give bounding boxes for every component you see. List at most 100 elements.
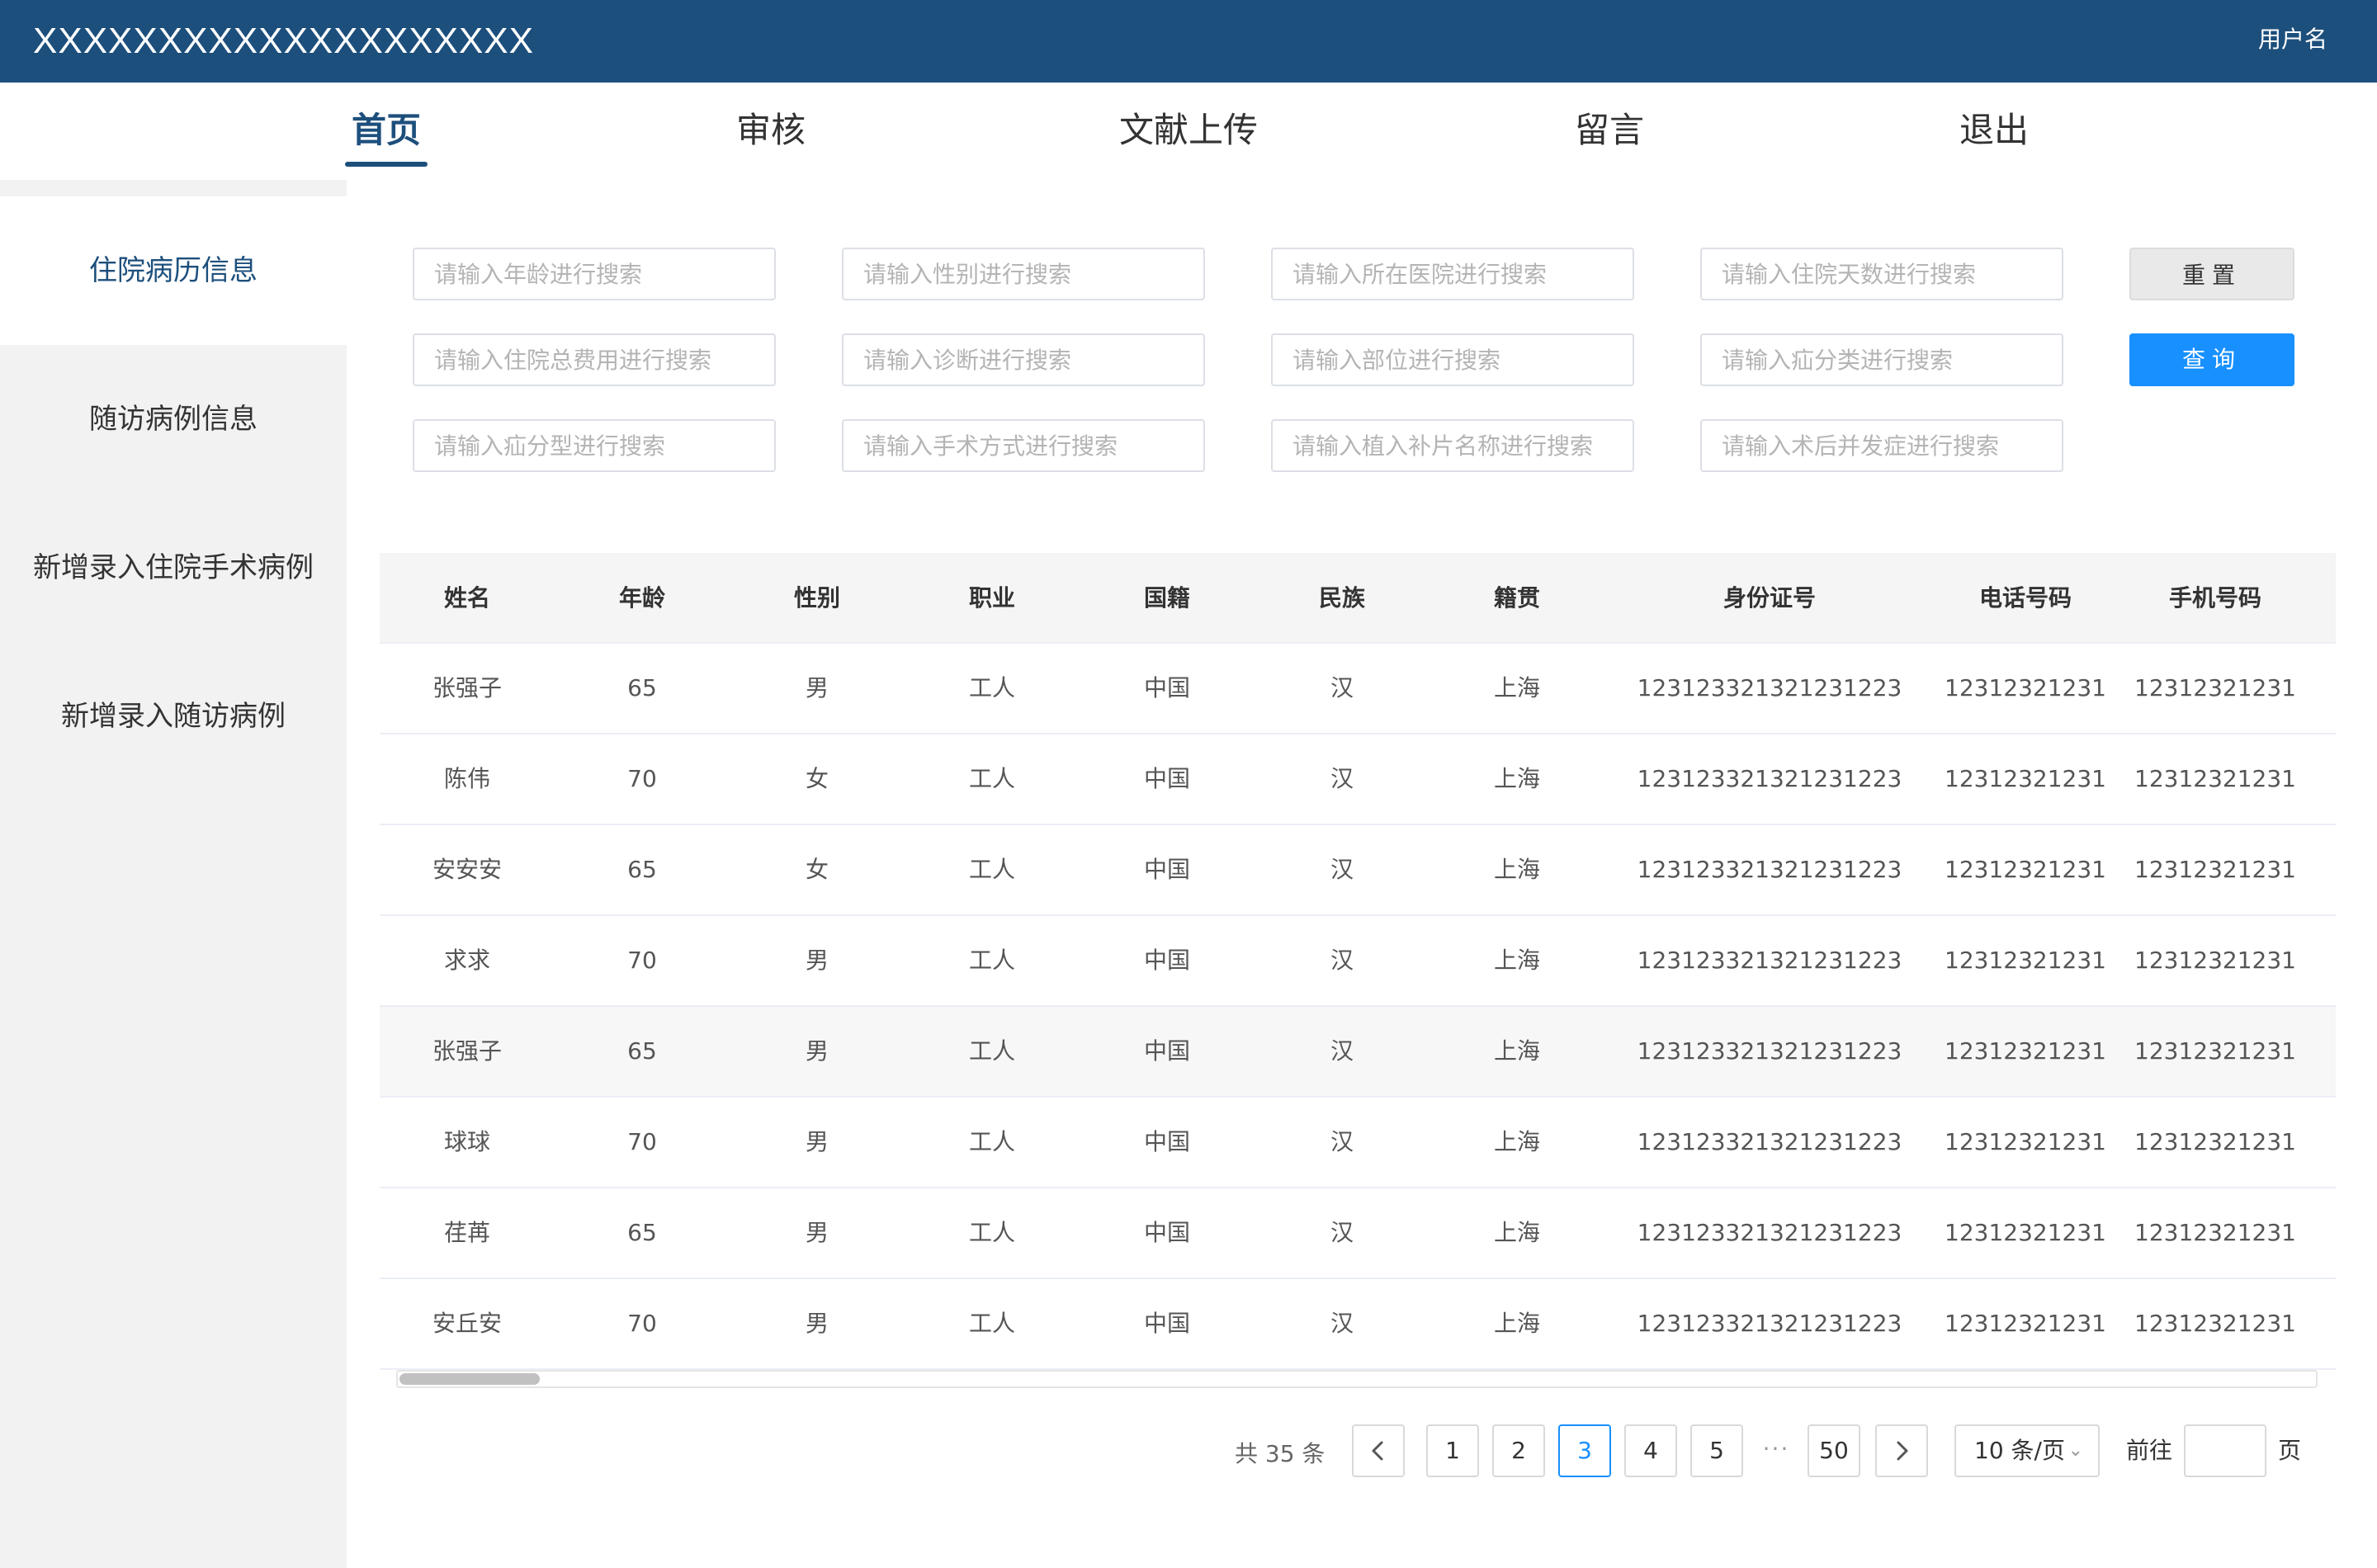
cell-nationality: 中国	[1143, 765, 1190, 792]
cell-mobile: 12312321231	[2134, 674, 2296, 701]
prev-page-button[interactable]	[1352, 1424, 1405, 1477]
search-surgery-method-input[interactable]	[842, 419, 1205, 472]
cell-name: 张强子	[432, 1037, 502, 1065]
page-button-3-current[interactable]: 3	[1558, 1424, 1611, 1477]
search-complication-input[interactable]	[1700, 419, 2063, 472]
cell-ethnicity: 汉	[1330, 1037, 1354, 1065]
cell-nationality: 中国	[1143, 674, 1190, 701]
search-age-input[interactable]	[413, 248, 776, 300]
cell-age: 65	[627, 1037, 657, 1065]
page-button-last[interactable]: 50	[1808, 1424, 1860, 1477]
table-row[interactable]: 球球 70 男 工人 中国 汉 上海 123123321321231223 1231232123…	[380, 1098, 2336, 1188]
table-row[interactable]: 张强子 65 男 工人 中国 汉 上海 123123321321231223 123123212…	[380, 1007, 2336, 1098]
search-hernia-class-input[interactable]	[1700, 333, 2063, 386]
cell-occupation: 工人	[968, 1037, 1015, 1065]
search-hospital-input[interactable]	[1271, 248, 1634, 300]
column-header-native-place: 籍贯	[1493, 584, 1540, 612]
nav-tab-messages[interactable]: 留言	[1543, 106, 1675, 155]
sidebar-item-inpatient-records[interactable]: 住院病历信息	[0, 196, 347, 345]
horizontal-scrollbar[interactable]	[396, 1370, 2318, 1388]
scrollbar-thumb[interactable]	[399, 1373, 540, 1385]
column-header-mobile: 手机号码	[2168, 584, 2261, 612]
table-row[interactable]: 张强子 65 男 工人 中国 汉 上海 123123321321231223 123123212…	[380, 644, 2336, 734]
cell-gender: 男	[805, 674, 829, 701]
page-button-5[interactable]: 5	[1690, 1424, 1743, 1477]
cell-nationality: 中国	[1143, 1128, 1190, 1155]
search-total-cost-input[interactable]	[413, 333, 776, 386]
cell-native-place: 上海	[1493, 1310, 1540, 1337]
search-mesh-name-input[interactable]	[1271, 419, 1634, 472]
cell-occupation: 工人	[968, 674, 1015, 701]
search-site-input[interactable]	[1271, 333, 1634, 386]
cell-gender: 女	[805, 765, 829, 792]
top-header-bar: XXXXXXXXXXXXXXXXXXXX 用户名	[0, 0, 2377, 83]
sidebar-item-new-surgery-case[interactable]: 新增录入住院手术病例	[0, 494, 347, 642]
cell-native-place: 上海	[1493, 765, 1540, 792]
table-row[interactable]: 求求 70 男 工人 中国 汉 上海 123123321321231223 1231232123…	[380, 916, 2336, 1007]
cell-phone: 12312321231	[1945, 856, 2106, 883]
cell-nationality: 中国	[1143, 947, 1190, 974]
cell-ethnicity: 汉	[1330, 765, 1354, 792]
column-header-age: 年龄	[618, 584, 665, 612]
cell-id-number: 123123321321231223	[1637, 1310, 1902, 1337]
table-row[interactable]: 荏苒 65 男 工人 中国 汉 上海 123123321321231223 1231232123…	[380, 1188, 2336, 1279]
cell-phone: 12312321231	[1945, 1128, 2106, 1155]
cell-age: 70	[627, 1128, 657, 1155]
page-button-2[interactable]: 2	[1492, 1424, 1545, 1477]
cell-name: 安丘安	[432, 1310, 502, 1337]
cell-age: 65	[627, 674, 657, 701]
cell-gender: 男	[805, 1037, 829, 1065]
search-diagnosis-input[interactable]	[842, 333, 1205, 386]
column-header-occupation: 职业	[968, 584, 1015, 612]
cell-id-number: 123123321321231223	[1637, 1219, 1902, 1246]
query-button[interactable]: 查询	[2129, 333, 2294, 386]
next-page-button[interactable]	[1875, 1424, 1928, 1477]
cell-phone: 12312321231	[1945, 1037, 2106, 1065]
nav-tab-logout[interactable]: 退出	[1928, 106, 2060, 155]
cell-gender: 男	[805, 947, 829, 974]
cell-name: 陈伟	[443, 765, 490, 792]
sidebar-item-new-followup-case[interactable]: 新增录入随访病例	[0, 642, 347, 791]
cell-age: 65	[627, 856, 657, 883]
username-label[interactable]: 用户名	[2258, 25, 2327, 54]
table-row[interactable]: 陈伟 70 女 工人 中国 汉 上海 123123321321231223 1231232123…	[380, 734, 2336, 825]
cell-mobile: 12312321231	[2134, 1310, 2296, 1337]
search-hernia-type-input[interactable]	[413, 419, 776, 472]
nav-tab-home[interactable]: 首页	[320, 106, 452, 155]
table-row[interactable]: 安安安 65 女 工人 中国 汉 上海 123123321321231223 123123212…	[380, 825, 2336, 916]
nav-tab-review[interactable]: 审核	[705, 106, 837, 155]
cell-name: 球球	[443, 1128, 490, 1155]
cell-name: 荏苒	[443, 1219, 490, 1246]
cell-occupation: 工人	[968, 765, 1015, 792]
nav-tab-literature-upload[interactable]: 文献上传	[1073, 106, 1304, 155]
goto-page-input[interactable]	[2184, 1424, 2266, 1477]
cell-id-number: 123123321321231223	[1637, 1037, 1902, 1065]
cell-gender: 男	[805, 1310, 829, 1337]
search-gender-input[interactable]	[842, 248, 1205, 300]
column-header-nationality: 国籍	[1143, 584, 1190, 612]
cell-gender: 女	[805, 856, 829, 883]
cell-ethnicity: 汉	[1330, 1219, 1354, 1246]
chevron-right-icon	[1897, 1441, 1908, 1461]
cell-age: 65	[627, 1219, 657, 1246]
reset-button[interactable]: 重置	[2129, 248, 2294, 300]
cell-native-place: 上海	[1493, 1037, 1540, 1065]
cell-nationality: 中国	[1143, 1037, 1190, 1065]
page-size-select[interactable]: 10 条/页 ⌄	[1954, 1424, 2100, 1477]
sidebar-item-followup-records[interactable]: 随访病例信息	[0, 345, 347, 494]
cell-ethnicity: 汉	[1330, 1310, 1354, 1337]
cell-mobile: 12312321231	[2134, 1037, 2296, 1065]
goto-label: 前往	[2126, 1437, 2173, 1464]
cell-mobile: 12312321231	[2134, 765, 2296, 792]
page-button-4[interactable]: 4	[1624, 1424, 1677, 1477]
cell-phone: 12312321231	[1945, 674, 2106, 701]
page-button-1[interactable]: 1	[1426, 1424, 1479, 1477]
table-row[interactable]: 安丘安 70 男 工人 中国 汉 上海 123123321321231223 123123212…	[380, 1279, 2336, 1370]
cell-phone: 12312321231	[1945, 1310, 2106, 1337]
search-stay-days-input[interactable]	[1700, 248, 2063, 300]
cell-age: 70	[627, 765, 657, 792]
cell-id-number: 123123321321231223	[1637, 765, 1902, 792]
cell-mobile: 12312321231	[2134, 1219, 2296, 1246]
cell-mobile: 12312321231	[2134, 1128, 2296, 1155]
pagination-ellipsis[interactable]: ···	[1758, 1424, 1794, 1477]
